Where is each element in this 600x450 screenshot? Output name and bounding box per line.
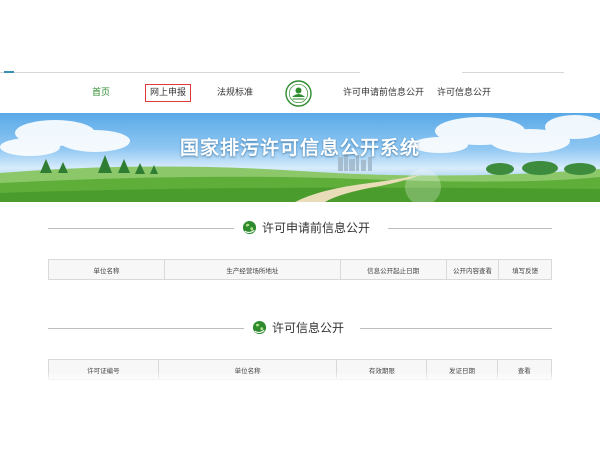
nav-home[interactable]: 首页	[92, 87, 110, 99]
column-header[interactable]: 信息公开起止日期	[339, 259, 447, 280]
ministry-emblem-icon[interactable]	[285, 80, 312, 107]
pre-application-table: 单位名称 生产经营场所地址 信息公开起止日期 公开内容查看 填写反馈	[47, 259, 552, 280]
banner-title: 国家排污许可信息公开系统	[179, 137, 420, 159]
nav-pre-application-disclosure[interactable]: 许可申请前信息公开	[343, 87, 424, 99]
nav-permit-disclosure[interactable]: 许可信息公开	[437, 87, 491, 99]
table-fade	[48, 372, 552, 382]
column-header[interactable]: 填写反馈	[498, 259, 552, 280]
column-header[interactable]: 公开内容查看	[445, 259, 500, 280]
section-divider-right	[388, 228, 552, 229]
section-divider-left	[48, 228, 234, 229]
hero-banner: 国家排污许可信息公开系统	[0, 113, 600, 202]
section-title-pre-application: 许可申请前信息公开	[262, 221, 371, 235]
globe-icon	[242, 220, 257, 235]
main-nav: 首页 网上申报 法规标准 许可申请前信息公开 许可信息公开	[0, 80, 600, 108]
nav-regulations[interactable]: 法规标准	[217, 87, 253, 99]
top-rule-left	[0, 71, 360, 73]
section-divider-right	[360, 328, 552, 329]
section-title-permit: 许可信息公开	[272, 321, 345, 335]
section-header-pre-application: 许可申请前信息公开	[48, 218, 552, 238]
nav-online-declaration[interactable]: 网上申报	[145, 84, 192, 102]
globe-icon	[252, 320, 267, 335]
column-header[interactable]: 单位名称	[47, 259, 166, 280]
section-header-permit: 许可信息公开	[48, 318, 552, 338]
top-rule-right	[462, 72, 564, 73]
section-divider-left	[48, 328, 244, 329]
top-rule-accent	[4, 71, 14, 73]
column-header[interactable]: 生产经营场所地址	[164, 259, 341, 280]
table-header-row: 单位名称 生产经营场所地址 信息公开起止日期 公开内容查看 填写反馈	[47, 259, 552, 280]
